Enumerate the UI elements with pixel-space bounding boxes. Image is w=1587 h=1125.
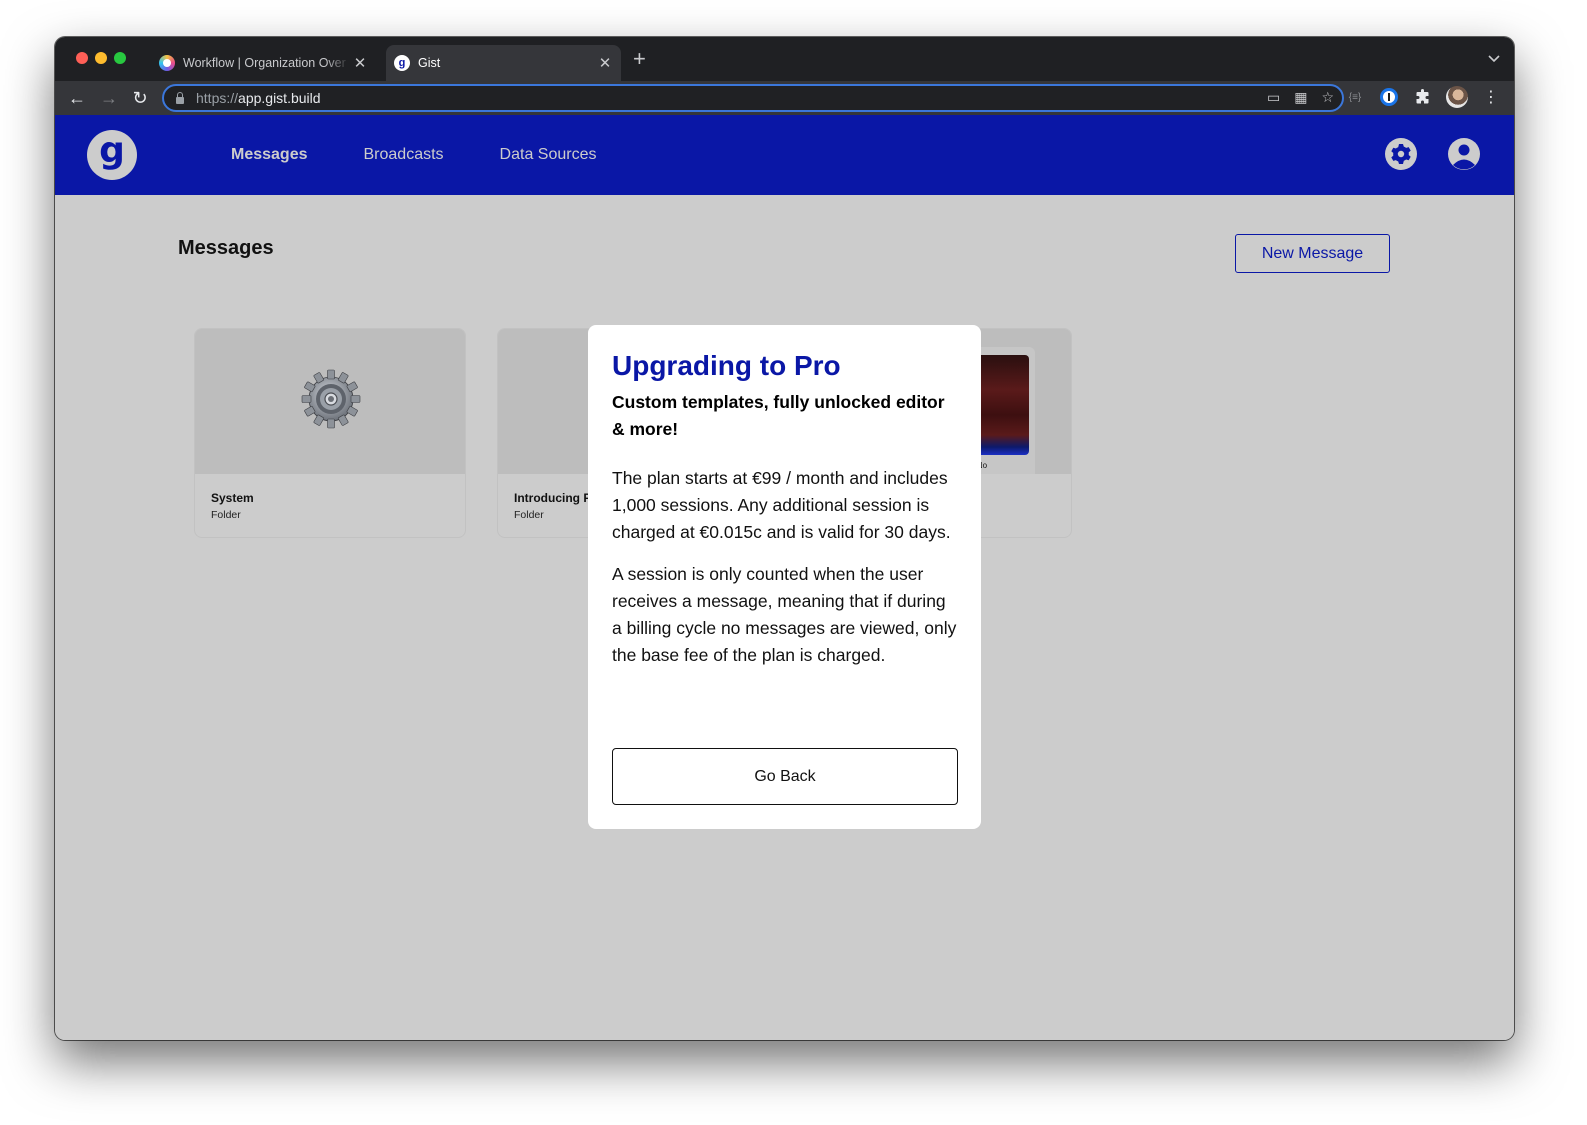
user-account-icon[interactable]	[1447, 137, 1481, 171]
nav-broadcasts[interactable]: Broadcasts	[364, 146, 444, 164]
browser-window: Workflow | Organization Over Life ✕ g Gi…	[55, 37, 1514, 1040]
extensions-puzzle-icon[interactable]	[1412, 86, 1434, 108]
zoom-window-button[interactable]	[114, 52, 126, 64]
tab-title: Gist	[418, 56, 441, 70]
nav-data-sources[interactable]: Data Sources	[500, 146, 597, 164]
gear-icon	[301, 369, 361, 429]
card-type: Folder	[514, 509, 544, 521]
settings-gear-icon[interactable]	[1384, 137, 1418, 171]
main-nav: Messages Broadcasts Data Sources	[231, 115, 596, 195]
gist-favicon-icon: g	[394, 55, 410, 71]
url-text[interactable]: https://app.gist.build	[196, 90, 321, 106]
profile-avatar[interactable]	[1446, 86, 1468, 108]
json-extension-icon[interactable]: {≡}	[1344, 86, 1366, 108]
cast-icon[interactable]: ▭	[1267, 89, 1280, 106]
tab-gist[interactable]: g Gist ✕	[386, 45, 621, 81]
main-content: Messages New Message System Folder Intro…	[55, 195, 1514, 1040]
tab-workflow[interactable]: Workflow | Organization Over Life ✕	[151, 45, 376, 81]
upgrade-modal: Upgrading to Pro Custom templates, fully…	[588, 325, 981, 829]
back-button[interactable]: ←	[65, 86, 89, 110]
password-manager-icon[interactable]	[1378, 86, 1400, 108]
card-name: System	[211, 491, 254, 505]
address-bar[interactable]: https://app.gist.build ▭ ▦ ☆	[162, 84, 1344, 112]
bookmark-star-icon[interactable]: ☆	[1321, 89, 1334, 106]
card-type: Folder	[211, 509, 241, 521]
new-message-button[interactable]: New Message	[1235, 234, 1390, 273]
nav-messages[interactable]: Messages	[231, 146, 308, 164]
pricing-paragraph: The plan starts at €99 / month and inclu…	[612, 468, 951, 542]
reload-button[interactable]: ↻	[128, 86, 152, 110]
browser-menu-icon[interactable]: ⋮	[1480, 86, 1502, 108]
workflow-favicon-icon	[159, 55, 175, 71]
tab-search-chevron-icon[interactable]	[1488, 51, 1500, 66]
tab-bar: Workflow | Organization Over Life ✕ g Gi…	[55, 37, 1514, 81]
modal-title: Upgrading to Pro	[612, 350, 841, 381]
gist-logo[interactable]: g	[87, 130, 137, 180]
minimize-window-button[interactable]	[95, 52, 107, 64]
session-paragraph: A session is only counted when the user …	[612, 564, 957, 665]
lock-icon[interactable]	[176, 91, 184, 104]
folder-card-system[interactable]: System Folder	[194, 328, 466, 538]
close-tab-icon[interactable]: ✕	[350, 54, 370, 72]
modal-subtitle: Custom templates, fully unlocked editor …	[612, 392, 945, 439]
tab-title: Workflow | Organization Over Life	[183, 56, 350, 70]
browser-toolbar: ← → ↻ https://app.gist.build ▭ ▦ ☆ {≡} ⋮	[55, 81, 1514, 115]
close-window-button[interactable]	[76, 52, 88, 64]
forward-button[interactable]: →	[97, 86, 121, 110]
app-header: g Messages Broadcasts Data Sources	[55, 115, 1514, 195]
qr-code-icon[interactable]: ▦	[1294, 89, 1307, 106]
close-tab-icon[interactable]: ✕	[595, 54, 615, 72]
page-title: Messages	[178, 237, 274, 259]
new-tab-button[interactable]: +	[633, 48, 646, 70]
card-thumbnail	[195, 329, 465, 474]
go-back-button[interactable]: Go Back	[612, 748, 958, 805]
